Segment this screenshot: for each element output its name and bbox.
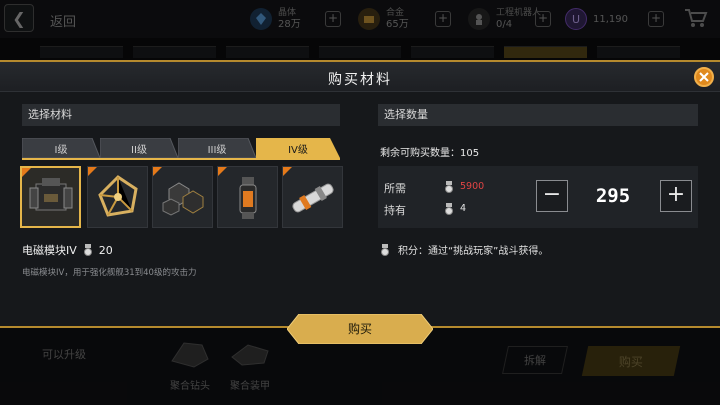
owned-label: 持有 xyxy=(384,204,406,217)
cylinder-part-icon xyxy=(292,183,334,213)
selected-material-row: 电磁模块IV 20 xyxy=(22,242,113,258)
points-hint-text: 积分：通过“挑战玩家”战斗获得。 xyxy=(398,246,549,257)
tab-underline xyxy=(22,158,340,160)
required-label: 所需 xyxy=(384,182,406,195)
close-icon xyxy=(699,72,709,82)
purchase-material-dialog: 购买材料 选择材料 I级 II级 III级 IV级 电磁模块IV 20 电磁模块… xyxy=(0,60,720,344)
material-item-electromagnetic-module[interactable] xyxy=(20,166,81,228)
tab-tier-4[interactable]: IV级 xyxy=(256,138,340,158)
buy-button[interactable]: 购买 xyxy=(287,314,433,344)
tab-tier-2-label: II级 xyxy=(131,144,147,156)
tab-tier-3-label: III级 xyxy=(207,144,227,156)
required-value: 5900 xyxy=(460,181,485,192)
material-item-hex-plates[interactable] xyxy=(152,166,213,228)
dialog-header: 购买材料 xyxy=(0,62,720,92)
gold-lattice-icon xyxy=(98,175,138,217)
select-material-header: 选择材料 xyxy=(22,104,340,126)
points-hint: 积分：通过“挑战玩家”战斗获得。 xyxy=(380,242,548,257)
owned-medal-icon xyxy=(445,203,453,215)
selected-material-name: 电磁模块IV xyxy=(22,244,77,257)
hint-medal-icon xyxy=(381,243,389,256)
dialog-title: 购买材料 xyxy=(328,72,392,88)
owned-value: 4 xyxy=(460,203,467,214)
material-item-gold-lattice[interactable] xyxy=(87,166,148,228)
tab-tier-2[interactable]: II级 xyxy=(100,138,178,158)
material-description: 电磁模块IV，用于强化舰舰31到40级的攻击力 xyxy=(22,268,197,278)
tab-tier-1-label: I级 xyxy=(54,144,68,156)
remaining-label: 剩余可购买数量： xyxy=(380,148,460,159)
remaining-value: 105 xyxy=(460,148,480,159)
orange-capsule-icon xyxy=(239,177,257,219)
required-medal-icon xyxy=(445,181,453,193)
tab-tier-3[interactable]: III级 xyxy=(178,138,256,158)
tab-tier-1[interactable]: I级 xyxy=(22,138,100,158)
increase-quantity-button[interactable]: + xyxy=(660,180,692,212)
material-item-cylinder-part[interactable] xyxy=(282,166,343,228)
remaining-quantity: 剩余可购买数量：105 xyxy=(380,144,479,159)
medal-icon xyxy=(83,244,92,256)
selected-material-count: 20 xyxy=(98,243,113,257)
tab-tier-4-label: IV级 xyxy=(288,144,308,156)
hex-plates-icon xyxy=(162,182,204,216)
quantity-value[interactable]: 295 xyxy=(573,180,653,212)
decrease-quantity-button[interactable]: − xyxy=(536,180,568,212)
select-quantity-header: 选择数量 xyxy=(378,104,698,126)
close-button[interactable] xyxy=(694,67,714,87)
material-item-orange-capsule[interactable] xyxy=(217,166,278,228)
